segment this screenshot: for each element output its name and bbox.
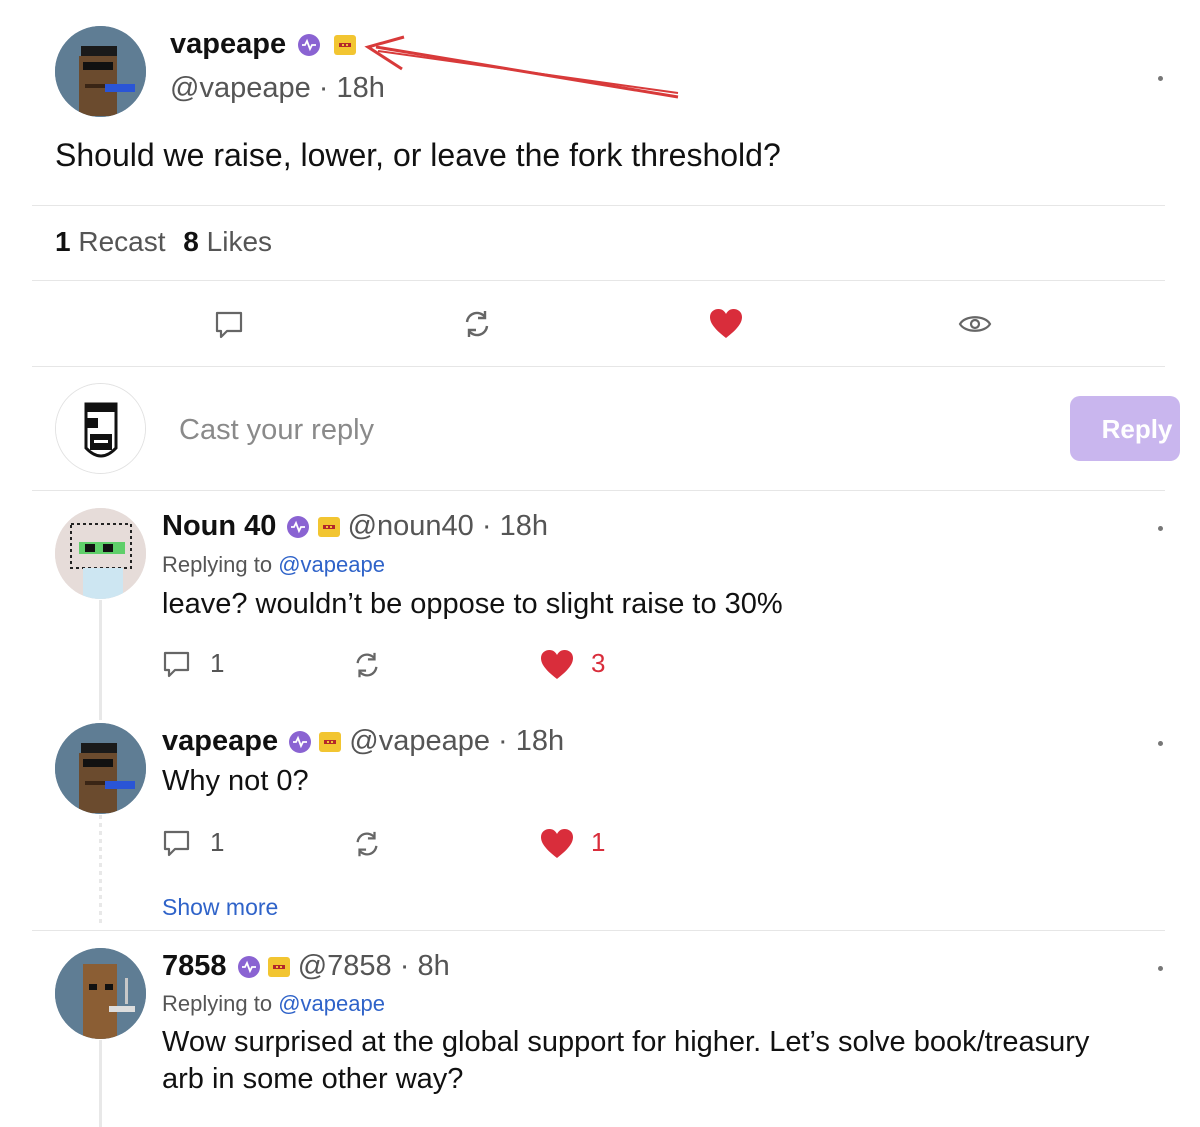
- gold-badge-icon: [319, 732, 342, 753]
- reply-input[interactable]: [177, 405, 1041, 455]
- replying-to-label: Replying to: [162, 552, 273, 577]
- comment-count: 1: [210, 827, 225, 857]
- author-avatar[interactable]: [55, 26, 146, 117]
- like-icon[interactable]: [709, 308, 743, 340]
- reply-avatar[interactable]: [55, 723, 146, 814]
- separator-dot: ·: [399, 950, 410, 982]
- verified-badge-icon: [287, 516, 310, 539]
- author-handle[interactable]: @vapeape: [170, 72, 311, 104]
- like-icon[interactable]: [540, 828, 574, 860]
- reply-author-handle[interactable]: @noun40: [348, 510, 474, 542]
- separator-dot: ·: [498, 725, 508, 757]
- thread-line: [99, 815, 102, 925]
- reply-time: 18h: [499, 510, 548, 542]
- comment-icon[interactable]: [162, 650, 192, 680]
- reply-text-line1: Wow surprised at the global support for …: [162, 1026, 1090, 1058]
- thread-line: [99, 1040, 102, 1127]
- reply-text-line2: arb in some other way?: [162, 1063, 464, 1095]
- recast-icon[interactable]: [461, 308, 493, 340]
- author-name[interactable]: vapeape: [170, 28, 286, 60]
- reply-time: 8h: [417, 950, 450, 982]
- recast-icon[interactable]: [352, 829, 382, 859]
- comment-count: 1: [210, 648, 225, 678]
- reply-author-name[interactable]: 7858: [162, 950, 227, 982]
- show-more-link[interactable]: Show more: [162, 894, 278, 921]
- reply-time: 18h: [515, 725, 565, 757]
- verified-badge-icon: [237, 956, 260, 979]
- like-count: 3: [591, 648, 606, 678]
- recast-label[interactable]: Recast: [78, 226, 165, 257]
- reply-author-name[interactable]: vapeape: [162, 725, 278, 757]
- reply-text: Why not 0?: [162, 765, 309, 797]
- gold-badge-icon: [267, 957, 290, 978]
- annotation-arrow-icon: [364, 35, 679, 99]
- post-text: Should we raise, lower, or leave the for…: [55, 137, 781, 173]
- divider: [32, 280, 1165, 281]
- gold-badge-icon: [317, 517, 340, 538]
- replying-to-link[interactable]: @vapeape: [278, 552, 385, 577]
- replying-to-label: Replying to: [162, 991, 273, 1016]
- verified-badge-icon: [289, 731, 312, 754]
- divider: [32, 930, 1165, 931]
- replying-to-link[interactable]: @vapeape: [278, 991, 385, 1016]
- verified-badge-icon: [298, 34, 321, 57]
- comment-icon[interactable]: [162, 829, 192, 859]
- reply-avatar[interactable]: [55, 948, 146, 1039]
- thread-line: [99, 600, 102, 720]
- reply-more-menu-icon[interactable]: [1158, 966, 1163, 971]
- post-more-menu-icon[interactable]: [1158, 76, 1163, 81]
- recast-count: 1: [55, 226, 71, 257]
- separator-dot: ·: [481, 510, 492, 542]
- reply-more-menu-icon[interactable]: [1158, 526, 1163, 531]
- comment-icon[interactable]: [213, 309, 245, 341]
- divider: [32, 490, 1165, 491]
- views-eye-icon[interactable]: [958, 310, 992, 338]
- reply-author-handle[interactable]: @vapeape: [349, 725, 490, 757]
- like-icon[interactable]: [540, 649, 574, 681]
- reply-avatar[interactable]: [55, 508, 146, 599]
- likes-count: 8: [183, 226, 199, 257]
- reply-button[interactable]: Reply: [1070, 396, 1180, 461]
- separator-dot: ·: [318, 72, 329, 104]
- reply-author-handle[interactable]: @7858: [298, 950, 392, 982]
- divider: [32, 366, 1165, 367]
- reply-more-menu-icon[interactable]: [1158, 741, 1163, 746]
- reply-author-name[interactable]: Noun 40: [162, 510, 276, 542]
- likes-label[interactable]: Likes: [207, 226, 272, 257]
- recast-icon[interactable]: [352, 650, 382, 680]
- divider: [32, 205, 1165, 206]
- my-avatar[interactable]: [55, 383, 146, 474]
- like-count: 1: [591, 827, 606, 857]
- gold-badge-icon: [334, 35, 357, 56]
- reply-text: leave? wouldn’t be oppose to slight rais…: [162, 588, 783, 620]
